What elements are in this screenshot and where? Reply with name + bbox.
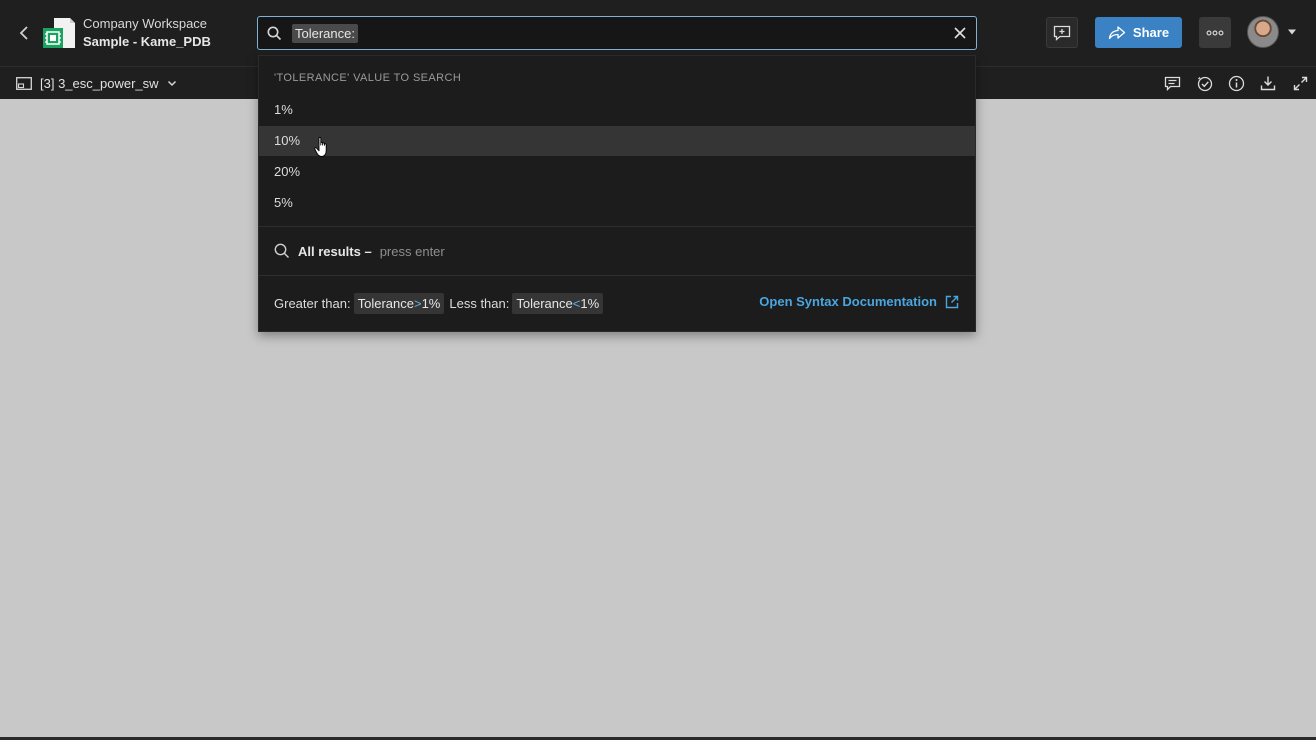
comment-add-icon: [1053, 25, 1071, 41]
syntax-documentation-link[interactable]: Open Syntax Documentation: [759, 294, 959, 309]
divider: [259, 275, 975, 276]
info-button[interactable]: [1227, 74, 1245, 92]
fullscreen-button[interactable]: [1291, 74, 1309, 92]
search-input[interactable]: Tolerance:: [257, 16, 977, 50]
suggestion-item[interactable]: 10%: [259, 126, 975, 156]
document-name: Sample - Kame_PDB: [83, 34, 211, 49]
share-button[interactable]: Share: [1095, 17, 1182, 48]
more-horizontal-icon: [1206, 30, 1224, 35]
comments-icon: [1164, 76, 1180, 91]
chip-field: Tolerance: [357, 296, 414, 311]
external-link-icon: [945, 295, 959, 308]
less-than-label: Less than:: [449, 296, 510, 311]
search-icon: [274, 243, 289, 258]
chip-value: 1%: [421, 296, 441, 311]
search-filter-token[interactable]: Tolerance:: [292, 24, 358, 43]
review-check-icon: [1197, 76, 1212, 91]
chip-value: 1%: [580, 296, 600, 311]
syntax-examples: Greater than: Tolerance>1% Less than: To…: [274, 293, 608, 314]
all-results-option[interactable]: All results – press enter: [274, 242, 445, 260]
review-toggle[interactable]: [1195, 74, 1213, 92]
divider: [259, 226, 975, 227]
download-button[interactable]: [1259, 74, 1277, 92]
expand-icon: [1293, 76, 1307, 90]
suggestions-heading: 'TOLERANCE' VALUE TO SEARCH: [274, 72, 462, 84]
back-button[interactable]: [14, 22, 34, 44]
comments-toggle[interactable]: [1163, 74, 1181, 92]
search-suggestions-dropdown: 'TOLERANCE' VALUE TO SEARCH 1% 10% 20% 5…: [258, 55, 976, 332]
download-icon: [1260, 76, 1276, 91]
sheet-selector[interactable]: [3] 3_esc_power_sw: [16, 74, 177, 92]
all-results-label: All results –: [298, 243, 372, 259]
close-icon[interactable]: [953, 26, 967, 40]
more-options-button[interactable]: [1199, 17, 1231, 48]
suggestion-item[interactable]: 5%: [259, 188, 975, 218]
workspace-name[interactable]: Company Workspace: [83, 16, 207, 31]
greater-than-example-chip[interactable]: Tolerance>1%: [353, 293, 445, 314]
sheet-label: [3] 3_esc_power_sw: [40, 75, 159, 91]
avatar[interactable]: [1247, 16, 1279, 48]
add-comment-button[interactable]: [1046, 17, 1078, 48]
caret-down-icon[interactable]: [1287, 28, 1297, 36]
suggestion-item[interactable]: 1%: [259, 95, 975, 125]
all-results-hint: press enter: [379, 243, 445, 259]
info-icon: [1228, 75, 1244, 91]
chip-operator: >: [413, 296, 422, 311]
greater-than-label: Greater than:: [274, 296, 351, 311]
pcb-document-icon: [42, 16, 76, 50]
sheet-icon: [16, 76, 32, 90]
chip-field: Tolerance: [516, 296, 573, 311]
syntax-link-label: Open Syntax Documentation: [759, 294, 937, 309]
share-label: Share: [1132, 25, 1170, 40]
share-icon: [1108, 25, 1126, 39]
less-than-example-chip[interactable]: Tolerance<1%: [512, 293, 604, 314]
suggestion-item[interactable]: 20%: [259, 157, 975, 187]
chevron-down-icon: [167, 80, 176, 86]
chevron-left-icon: [19, 26, 28, 40]
search-icon: [267, 26, 282, 41]
